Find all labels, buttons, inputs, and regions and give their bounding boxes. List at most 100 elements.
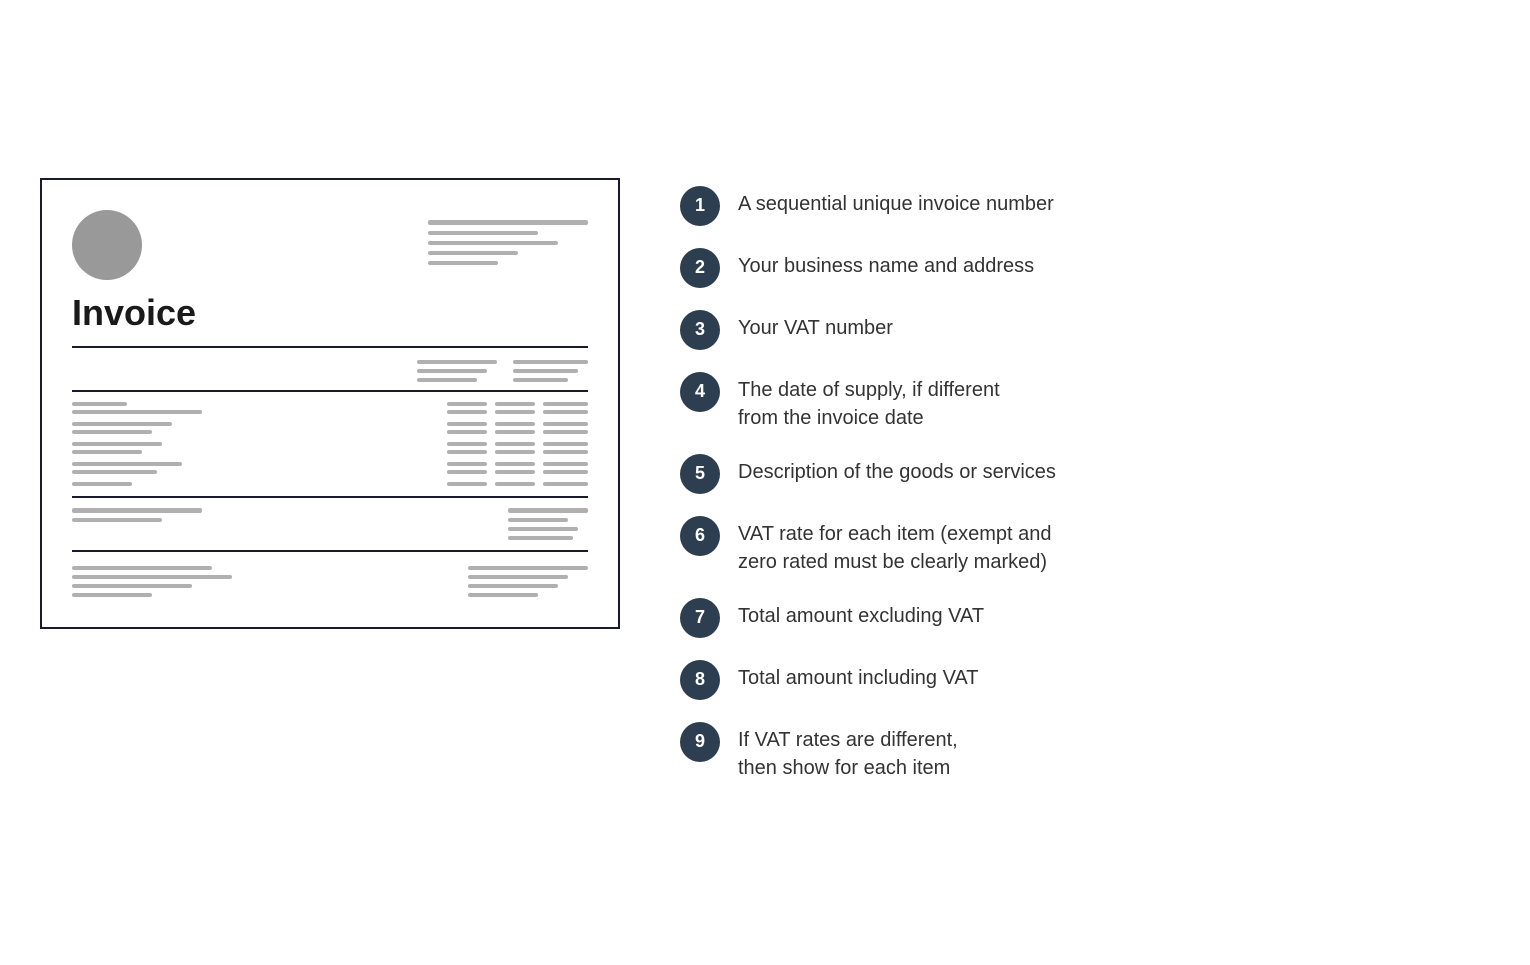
req-number-4: 4: [680, 372, 720, 412]
table-row-3: [72, 442, 588, 454]
meta-line-6: [513, 378, 568, 382]
table-row-2: [72, 422, 588, 434]
r4c2l2: [495, 470, 535, 474]
req-text-2: Your business name and address: [738, 246, 1034, 280]
meta-line-1: [417, 360, 497, 364]
requirement-item-6: 6 VAT rate for each item (exempt and zero…: [680, 508, 1490, 582]
r1c2l1: [495, 402, 535, 406]
r4c1l2: [447, 470, 487, 474]
r1c1l2: [447, 410, 487, 414]
fr3: [468, 584, 558, 588]
r5c3l1: [543, 482, 588, 486]
row2-right: [447, 422, 588, 434]
r2c1l2: [447, 430, 487, 434]
r1l1: [72, 402, 127, 406]
req-text-7: Total amount excluding VAT: [738, 596, 984, 630]
sub-l1: [72, 508, 202, 513]
r3l2: [72, 450, 142, 454]
sub-r3: [508, 527, 578, 531]
r4l2: [72, 470, 157, 474]
sub-r4: [508, 536, 573, 540]
invoice-meta: [72, 360, 588, 382]
sub-r1: [508, 508, 588, 513]
requirements-list: 1A sequential unique invoice number 2 Your…: [680, 178, 1490, 788]
req-text-3: Your VAT number: [738, 308, 893, 342]
footer-left: [72, 566, 232, 597]
r4-col1: [447, 462, 487, 474]
req-number-6: 6: [680, 516, 720, 556]
r1c2l2: [495, 410, 535, 414]
requirement-item-9: 9If VAT rates are different, then show f…: [680, 714, 1490, 788]
row3-right: [447, 442, 588, 454]
row5-right: [447, 482, 588, 486]
r2l1: [72, 422, 172, 426]
row5-left: [72, 482, 132, 486]
requirement-item-3: 3 Your VAT number: [680, 302, 1490, 356]
meta-line-3: [417, 378, 477, 382]
header-line-1: [428, 220, 588, 225]
r3-col2: [495, 442, 535, 454]
req-number-5: 5: [680, 454, 720, 494]
fl2: [72, 575, 232, 579]
fl1: [72, 566, 212, 570]
footer-right: [468, 566, 588, 597]
meta-col-2: [513, 360, 588, 382]
table-row-5: [72, 482, 588, 486]
subtotal-right: [508, 508, 588, 540]
req-text-8: Total amount including VAT: [738, 658, 979, 692]
row1-right: [447, 402, 588, 414]
req-number-3: 3: [680, 310, 720, 350]
sub-r2: [508, 518, 568, 522]
req-text-4: The date of supply, if different from th…: [738, 370, 1000, 432]
r4c2l1: [495, 462, 535, 466]
r5l1: [72, 482, 132, 486]
r2c2l1: [495, 422, 535, 426]
row4-right: [447, 462, 588, 474]
requirement-item-1: 1A sequential unique invoice number: [680, 178, 1490, 232]
r2-col1: [447, 422, 487, 434]
r4-col2: [495, 462, 535, 474]
subtotal-section: [72, 508, 588, 540]
meta-line-2: [417, 369, 487, 373]
r1-col1: [447, 402, 487, 414]
requirement-item-7: 7 Total amount excluding VAT: [680, 590, 1490, 644]
req-text-1: A sequential unique invoice number: [738, 184, 1054, 218]
header-line-3: [428, 241, 558, 245]
r5-col1: [447, 482, 487, 486]
r3c1l2: [447, 450, 487, 454]
req-number-7: 7: [680, 598, 720, 638]
requirement-item-2: 2 Your business name and address: [680, 240, 1490, 294]
invoice-header: [72, 210, 588, 280]
divider-3: [72, 496, 588, 498]
r5-col2: [495, 482, 535, 486]
footer-section: [72, 566, 588, 597]
row3-left: [72, 442, 162, 454]
fr1: [468, 566, 588, 570]
invoice-logo: [72, 210, 142, 280]
header-line-5: [428, 261, 498, 265]
req-text-9: If VAT rates are different, then show fo…: [738, 720, 958, 782]
r1-col3: [543, 402, 588, 414]
r4c3l1: [543, 462, 588, 466]
table-row-4: [72, 462, 588, 474]
req-number-2: 2: [680, 248, 720, 288]
header-lines: [428, 220, 588, 265]
row2-left: [72, 422, 172, 434]
fl4: [72, 593, 152, 597]
r5c2l1: [495, 482, 535, 486]
r3c3l2: [543, 450, 588, 454]
r2c1l1: [447, 422, 487, 426]
subtotal-left: [72, 508, 202, 522]
sub-l2: [72, 518, 162, 522]
req-text-6: VAT rate for each item (exempt and zero …: [738, 514, 1051, 576]
r4l1: [72, 462, 182, 466]
r1c3l1: [543, 402, 588, 406]
header-line-4: [428, 251, 518, 255]
r3c3l1: [543, 442, 588, 446]
requirement-item-8: 8Total amount including VAT: [680, 652, 1490, 706]
header-line-2: [428, 231, 538, 235]
r5-col3: [543, 482, 588, 486]
r3l1: [72, 442, 162, 446]
req-text-5: Description of the goods or services: [738, 452, 1056, 486]
r3c2l1: [495, 442, 535, 446]
